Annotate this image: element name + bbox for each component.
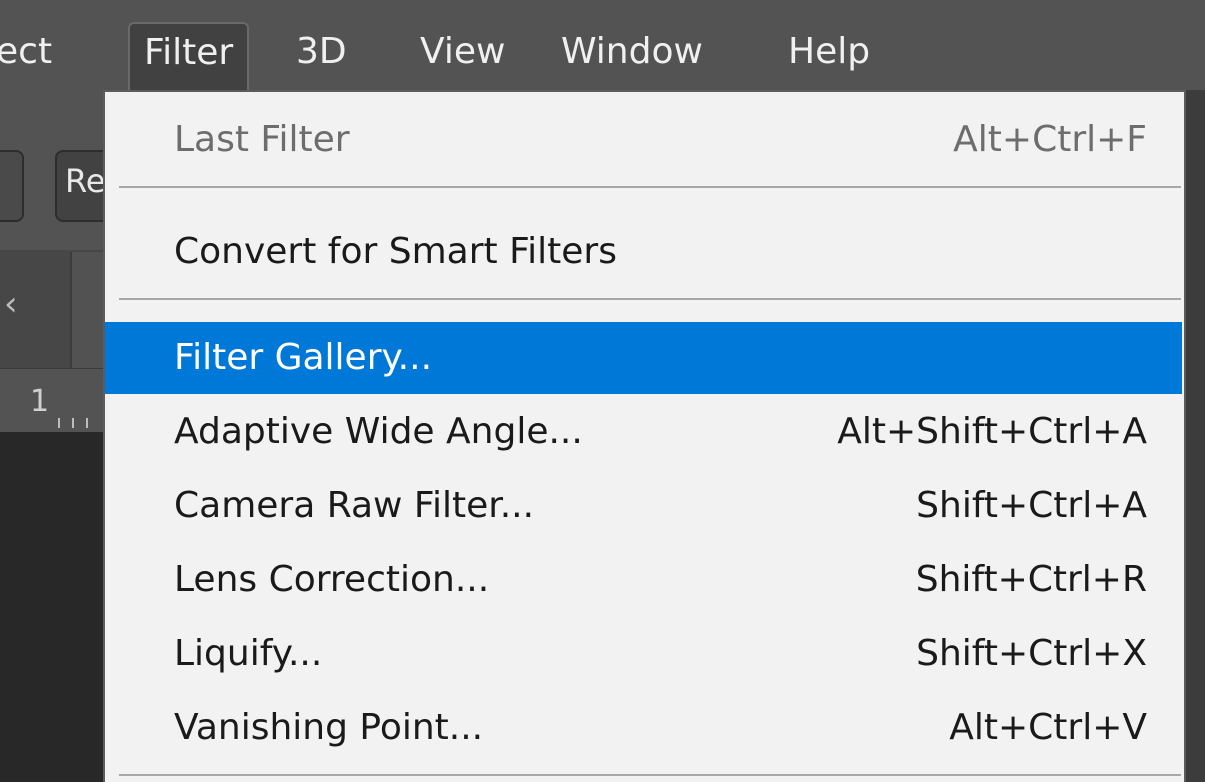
- menu-help[interactable]: Help: [788, 24, 870, 80]
- menu-item-lens-correction[interactable]: Lens Correction... Shift+Ctrl+R: [105, 544, 1184, 616]
- menu-item-label: Convert for Smart Filters: [174, 231, 617, 272]
- menu-bar: ect Filter 3D View Window Help: [0, 0, 1205, 92]
- ruler-label-left: 1: [30, 384, 50, 419]
- ruler-tick: [72, 418, 74, 428]
- menu-window[interactable]: Window: [561, 24, 703, 80]
- menu-item-convert-for-smart-filters[interactable]: Convert for Smart Filters: [105, 216, 1184, 288]
- menu-separator: [119, 774, 1181, 776]
- menu-filter[interactable]: Filter: [128, 22, 250, 92]
- menu-item-label: Vanishing Point...: [174, 707, 484, 748]
- menu-item-shortcut: Alt+Shift+Ctrl+A: [837, 411, 1147, 452]
- menu-item-filter-gallery[interactable]: Filter Gallery...: [105, 322, 1182, 394]
- menu-item-label: Camera Raw Filter...: [174, 485, 535, 526]
- menu-item-adaptive-wide-angle[interactable]: Adaptive Wide Angle... Alt+Shift+Ctrl+A: [105, 396, 1184, 468]
- menu-item-label: Adaptive Wide Angle...: [174, 411, 583, 452]
- menu-item-last-filter[interactable]: Last Filter Alt+Ctrl+F: [105, 104, 1184, 176]
- right-panel-edge: [1186, 90, 1205, 782]
- menu-item-label: Last Filter: [174, 119, 350, 160]
- menu-item-label: Liquify...: [174, 633, 323, 674]
- menu-item-camera-raw-filter[interactable]: Camera Raw Filter... Shift+Ctrl+A: [105, 470, 1184, 542]
- photoshop-window: Re ‹ 1 5 ect Filter 3D View Window Help …: [0, 0, 1205, 782]
- options-control-left[interactable]: [0, 150, 24, 222]
- chevron-left-icon[interactable]: ‹: [4, 284, 18, 324]
- menu-item-vanishing-point[interactable]: Vanishing Point... Alt+Ctrl+V: [105, 692, 1184, 764]
- menu-3d[interactable]: 3D: [296, 24, 347, 80]
- filter-menu-dropdown: Last Filter Alt+Ctrl+F Convert for Smart…: [103, 90, 1186, 782]
- menu-item-label: Lens Correction...: [174, 559, 490, 600]
- menu-item-label: Filter Gallery...: [174, 337, 433, 378]
- menu-item-shortcut: Shift+Ctrl+X: [916, 633, 1147, 674]
- menu-separator: [119, 298, 1181, 300]
- menu-object[interactable]: ect: [0, 24, 52, 80]
- options-dropdown-label: Re: [65, 162, 106, 200]
- menu-item-shortcut: Shift+Ctrl+R: [915, 559, 1147, 600]
- ruler-tick: [86, 418, 88, 428]
- menu-item-shortcut: Alt+Ctrl+V: [949, 707, 1147, 748]
- menu-view[interactable]: View: [420, 24, 505, 80]
- ruler-tick: [58, 418, 60, 428]
- menu-item-shortcut: Alt+Ctrl+F: [953, 119, 1147, 160]
- menu-item-shortcut: Shift+Ctrl+A: [916, 485, 1147, 526]
- menu-item-liquify[interactable]: Liquify... Shift+Ctrl+X: [105, 618, 1184, 690]
- menu-separator: [119, 186, 1181, 188]
